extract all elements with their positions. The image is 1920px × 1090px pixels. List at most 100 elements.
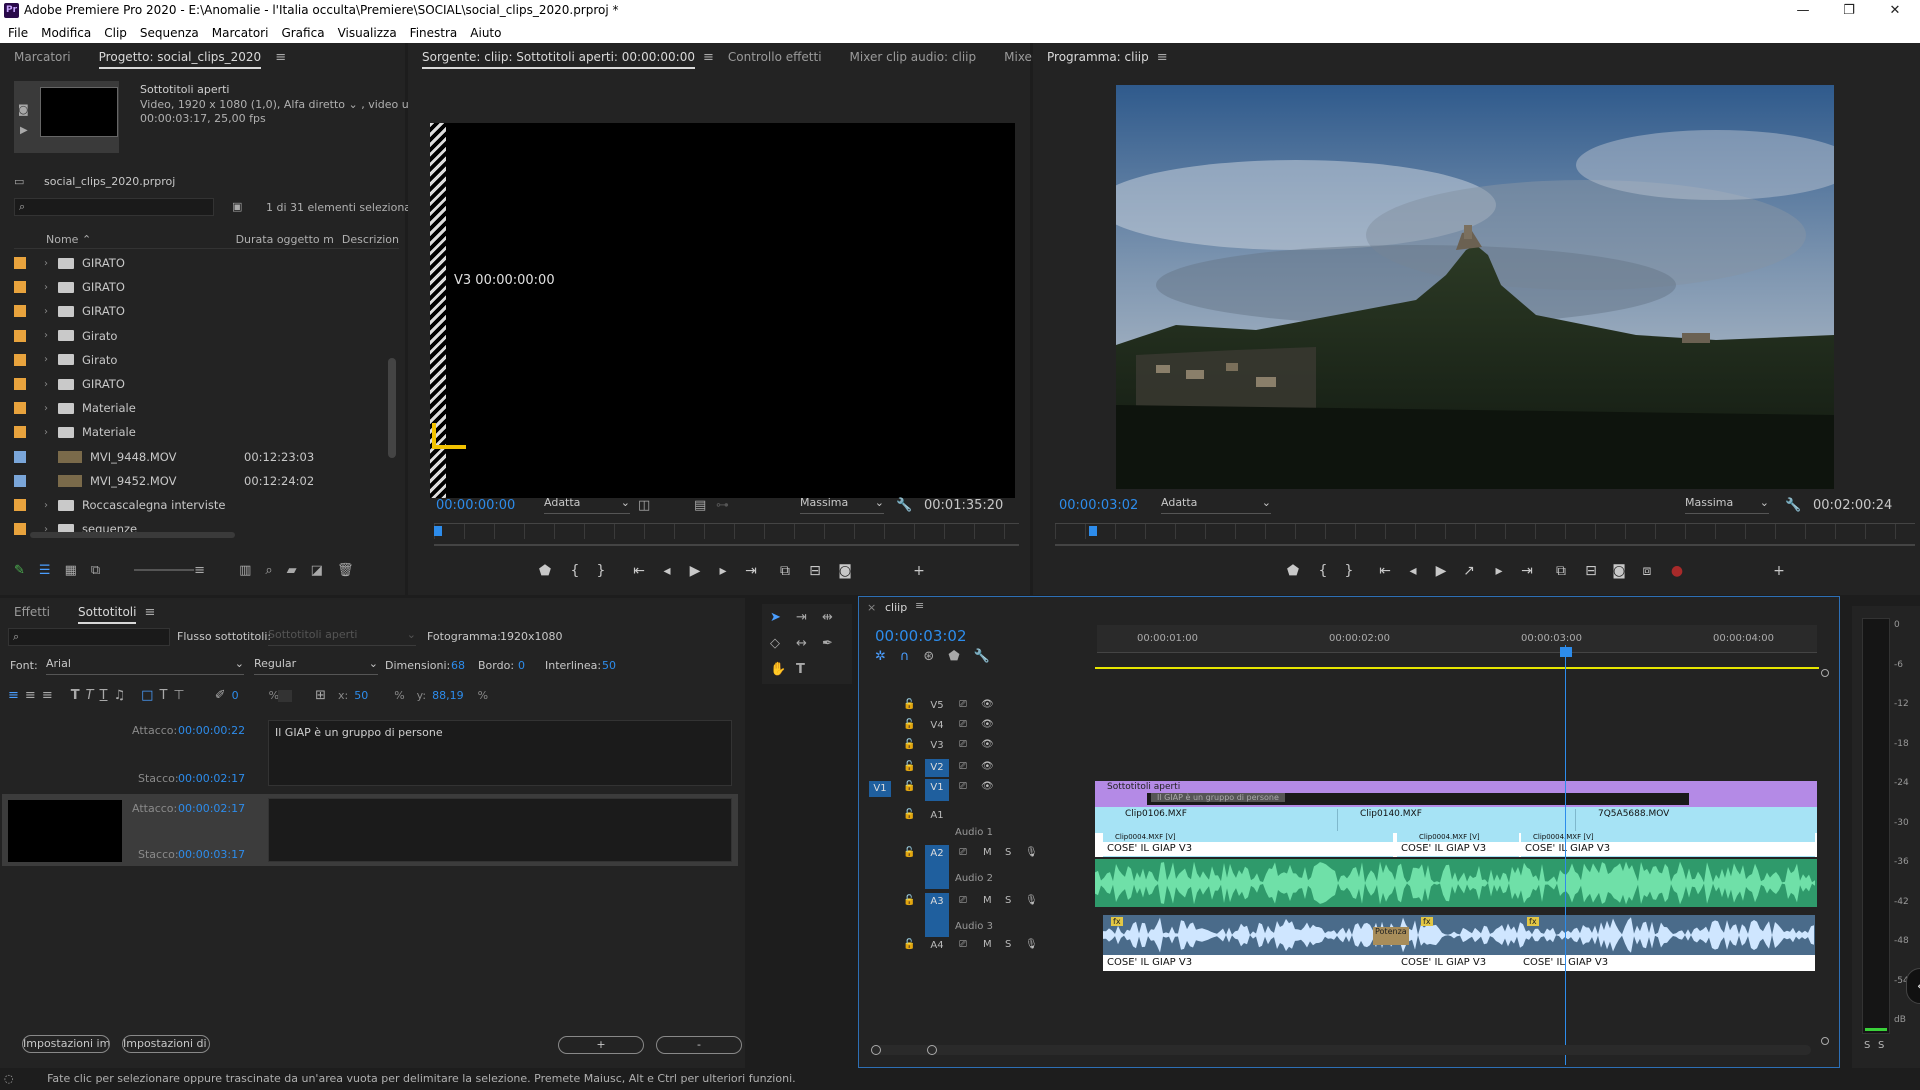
caption-1-out[interactable]: 00:00:02:17 [178,772,245,785]
track-target-v2[interactable]: V2 [925,759,949,777]
underline-icon[interactable]: T [100,688,108,703]
tab-progetto[interactable]: Progetto: social_clips_2020 [85,43,276,71]
source-patch-v1[interactable]: V1 [869,781,891,797]
menu-marcatori[interactable]: Marcatori [212,26,269,40]
label-color-swatch[interactable] [14,257,26,269]
compare-view-icon[interactable]: ⧈ [1636,563,1658,579]
timeline-close-icon[interactable]: × [867,601,876,614]
track-lock-icon[interactable]: 🔓 [903,895,915,906]
align-center-icon[interactable]: ≡ [25,688,36,703]
eye-icon[interactable]: 👁 [981,761,994,772]
go-to-in-icon[interactable]: ⇤ [1374,563,1396,579]
eye-icon[interactable]: 👁 [981,699,994,710]
source-zoom-bar[interactable] [434,544,1019,546]
timeline-wrench-icon[interactable]: 🔧 [974,649,990,664]
project-item[interactable]: › GIRATO [14,372,394,396]
project-item[interactable]: MVI_9452.MOV 00:12:24:02 [14,469,394,493]
mark-in-icon[interactable]: { [1312,563,1334,579]
menu-finestra[interactable]: Finestra [410,26,458,40]
a2-audio-clip[interactable]: fx fx fx Potenza COSE' IL GIAP V3 COSE' … [1103,915,1815,971]
track-select-tool-icon[interactable]: ⇥ [796,610,807,625]
add-marker-icon[interactable]: ⬟ [1282,563,1304,579]
project-item[interactable]: › Materiale [14,420,394,444]
list-view-icon[interactable]: ☰ [39,563,51,578]
zoom-slider[interactable] [134,569,194,571]
v1-clip-2[interactable]: Clip0004.MXF [V] COSE' IL GIAP V3 [1397,833,1519,857]
pencil-icon[interactable]: ✎ [14,563,25,578]
track-target-v5[interactable]: V5 [925,697,949,715]
track-lock-icon[interactable]: 🔓 [903,761,915,772]
remove-caption-button[interactable]: - [656,1036,742,1054]
menu-sequenza[interactable]: Sequenza [140,26,199,40]
tab-sorgente[interactable]: Sorgente: cliip: Sottotitoli aperti: 00:… [408,43,709,71]
h-scroll-handle-left[interactable] [871,1045,881,1055]
project-item[interactable]: › GIRATO [14,275,394,299]
label-color-swatch[interactable] [14,378,26,390]
music-note-icon[interactable]: ♫ [114,688,126,703]
label-color-swatch[interactable] [14,474,26,487]
timeline-tab[interactable]: cliip [885,601,907,614]
timeline-h-scrollbar[interactable] [871,1045,1811,1055]
panel-menu-icon[interactable]: ≡ [275,50,286,65]
v2-clip-2[interactable]: Clip0140.MXF [1337,809,1573,831]
fx-badge-1[interactable]: fx [1111,917,1123,926]
h-scroll-handle-right[interactable] [927,1045,937,1055]
sync-lock-icon[interactable]: ⎚ [959,761,967,772]
track-target-a3[interactable]: A3 [925,893,949,937]
fx-badge-2[interactable]: fx [1421,917,1433,926]
track-target-v3[interactable]: V3 [925,737,949,755]
column-descrizione[interactable]: Descrizion [342,233,399,246]
step-forward-icon[interactable]: ▸ [712,563,734,579]
freeform-view-icon[interactable]: ⧉ [91,563,100,578]
mark-out-icon[interactable]: } [590,563,612,579]
program-ruler[interactable] [1055,523,1915,539]
step-back-icon[interactable]: ◂ [1402,563,1424,579]
tab-programma[interactable]: Programma: cliip [1033,43,1163,71]
wrench-icon[interactable]: 🔧 [896,498,912,513]
caption-segment-bar[interactable]: Il GIAP è un gruppo di persone [1147,793,1689,805]
export-frame-icon[interactable]: ◙ [1608,563,1630,579]
label-color-swatch[interactable] [14,523,26,536]
program-video-frame[interactable] [1116,85,1834,489]
menu-grafica[interactable]: Grafica [281,26,324,40]
icon-view-icon[interactable]: ▦ [65,563,77,578]
export-frame-icon[interactable]: ◙ [834,563,856,579]
mute-button[interactable]: M [983,939,992,950]
label-color-swatch[interactable] [14,281,26,294]
program-fit-select[interactable]: Adatta ⌄ [1161,496,1271,514]
label-color-swatch[interactable] [14,402,26,415]
background-box-icon[interactable]: □ [141,688,153,703]
meter-solo-left[interactable]: S [1864,1040,1870,1051]
track-lock-icon[interactable]: 🔓 [903,781,915,792]
captions-panel-menu-icon[interactable]: ≡ [144,605,155,620]
insert-clip-icon[interactable]: ⧉ [774,563,796,579]
v-scroll-handle-bottom[interactable] [1821,1037,1829,1045]
collapse-panel-button[interactable]: ‹ [1906,968,1920,1004]
track-lock-icon[interactable]: 🔓 [903,847,915,858]
track-lock-icon[interactable]: 🔓 [903,699,915,710]
slip-tool-icon[interactable]: ↔ [796,636,807,651]
v1-clip-1[interactable]: Clip0004.MXF [V] COSE' IL GIAP V3 [1103,833,1393,857]
leading-value[interactable]: 50 [602,659,616,672]
track-lock-icon[interactable]: 🔓 [903,809,915,820]
find-icon[interactable]: ⌕ [265,563,272,578]
caption-2-in[interactable]: 00:00:02:17 [178,802,245,815]
track-lock-icon[interactable]: 🔓 [903,739,915,750]
captions-search-input[interactable]: ⌕ [8,628,170,646]
button-editor-icon[interactable]: + [1768,563,1790,579]
play-icon[interactable]: ▶ [20,125,28,136]
program-panel-menu-icon[interactable]: ≡ [1157,50,1168,65]
source-playhead[interactable] [434,526,442,536]
mark-in-icon[interactable]: { [564,563,586,579]
text-color-icon[interactable]: T [159,688,167,703]
eye-icon[interactable]: 👁 [981,781,994,792]
expand-chevron-icon[interactable]: › [44,427,58,438]
column-durata[interactable]: Durata oggetto m [236,233,334,246]
tab-mixer-clip-audio[interactable]: Mixer clip audio: cliip [836,43,991,71]
project-item[interactable]: MVI_9448.MOV 00:12:23:03 [14,445,394,469]
caption-1-text[interactable]: Il GIAP è un gruppo di persone [268,720,732,786]
sync-lock-icon[interactable]: ⎚ [959,699,967,710]
v2-clip-1[interactable]: Clip0106.MXF [1103,809,1335,831]
label-color-swatch[interactable] [14,450,26,463]
add-marker-icon[interactable]: ⬟ [534,563,556,579]
